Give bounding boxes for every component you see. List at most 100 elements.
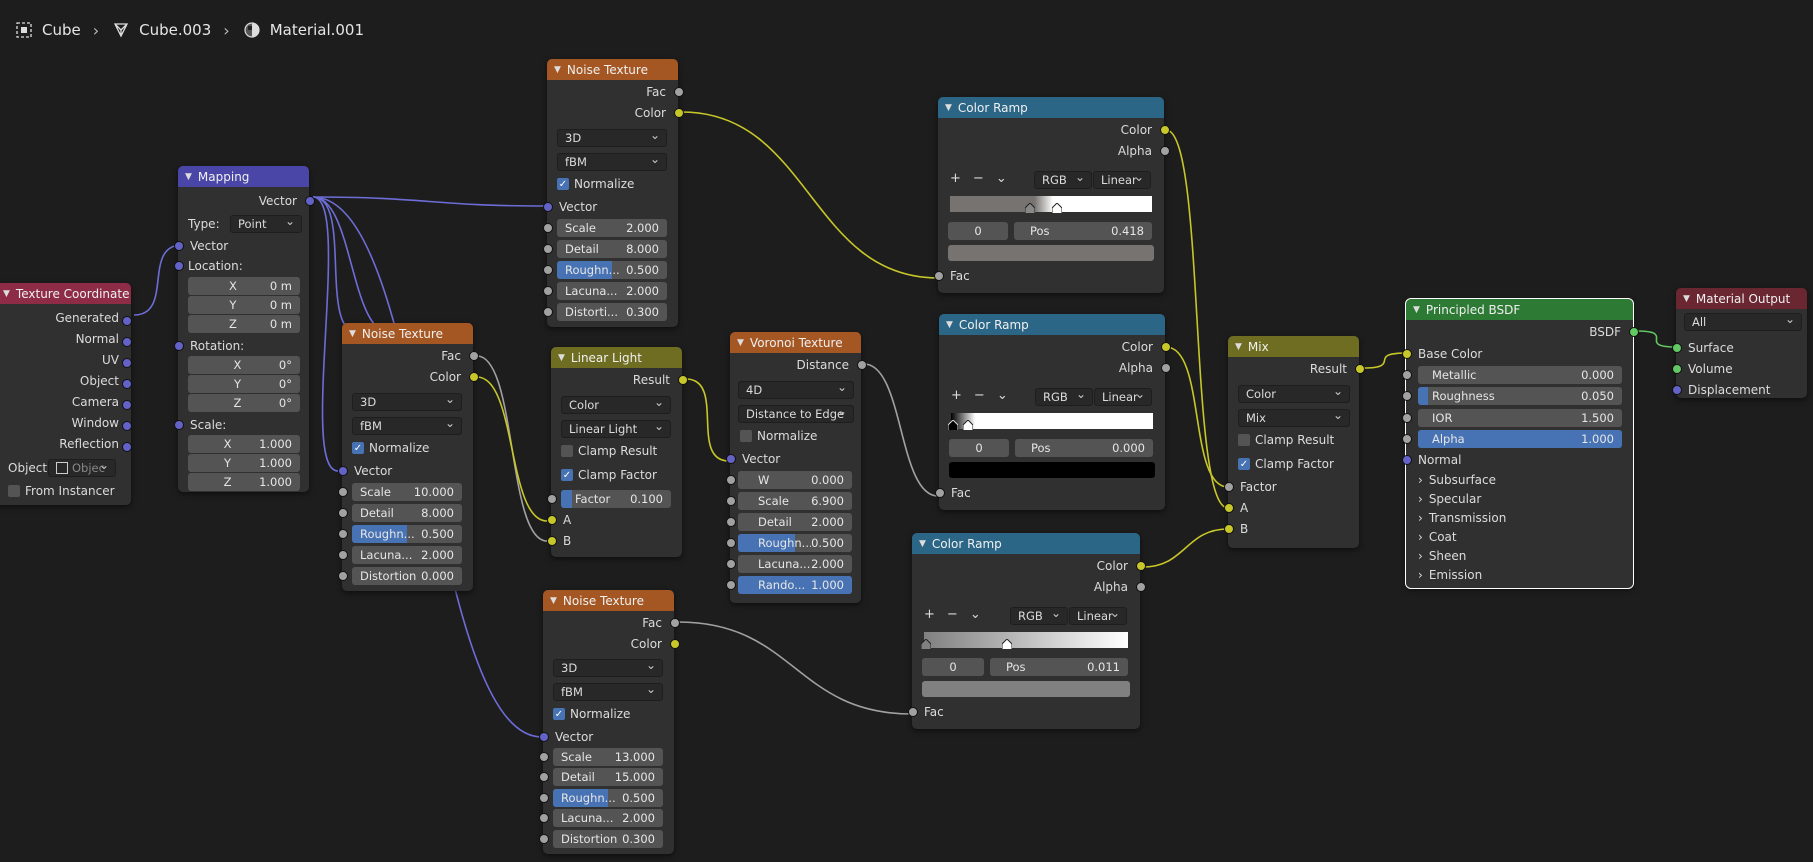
node-header[interactable]: ▼ Mapping — [178, 166, 309, 187]
socket-distance[interactable] — [857, 360, 867, 370]
node-header[interactable]: ▼ Color Ramp — [912, 533, 1140, 554]
node-header[interactable]: ▼ Principled BSDF — [1406, 299, 1633, 320]
detail-field[interactable]: Detail 15.000 — [553, 768, 663, 786]
node-header[interactable]: ▼ Noise Texture — [342, 323, 473, 344]
panel-subsurface[interactable]: › Subsurface — [1418, 473, 1496, 487]
socket-color[interactable] — [1136, 561, 1146, 571]
chevron-down-icon[interactable]: ▼ — [1235, 342, 1242, 352]
interpolation-dropdown[interactable]: Linear — [1069, 606, 1127, 625]
socket-scale[interactable] — [539, 752, 549, 762]
normalize-checkbox[interactable]: ✓ Normalize — [553, 707, 630, 721]
roughness-field[interactable]: Roughn... 0.500 — [557, 261, 667, 279]
chevron-down-icon[interactable]: ▼ — [349, 329, 356, 339]
socket-base-color[interactable] — [1402, 349, 1412, 359]
color-mode-dropdown[interactable]: RGB — [1010, 606, 1068, 625]
chevron-down-icon[interactable]: ▼ — [1683, 294, 1690, 304]
clamp-factor-checkbox[interactable]: ✓ Clamp Factor — [561, 468, 657, 482]
socket-bsdf[interactable] — [1629, 327, 1639, 337]
socket-factor[interactable] — [1224, 482, 1234, 492]
socket-ior[interactable] — [1402, 413, 1412, 423]
feature-dropdown[interactable]: Distance to Edge — [738, 404, 854, 423]
ior-field[interactable]: IOR 1.500 — [1418, 409, 1622, 427]
stop-index-field[interactable]: 0 — [922, 658, 984, 676]
detail-field[interactable]: Detail 8.000 — [352, 504, 462, 522]
socket-fac[interactable] — [670, 618, 680, 628]
socket-w[interactable] — [726, 475, 736, 485]
socket-color[interactable] — [1161, 342, 1171, 352]
scale-field[interactable]: Scale 13.000 — [553, 748, 663, 766]
socket-vector-in[interactable] — [174, 241, 184, 251]
roughness-field[interactable]: Roughness 0.050 — [1418, 387, 1622, 405]
socket-distortion[interactable] — [543, 307, 553, 317]
stop-index-field[interactable]: 0 — [949, 439, 1009, 457]
dimensions-dropdown[interactable]: 4D — [738, 380, 854, 399]
socket-vector-out[interactable] — [305, 196, 315, 206]
location-z-field[interactable]: Z 0 m — [188, 315, 300, 333]
add-stop-button[interactable]: + — [951, 388, 962, 403]
chevron-down-icon[interactable]: ▼ — [919, 539, 926, 549]
roughness-field[interactable]: Roughn... 0.500 — [352, 525, 462, 543]
clamp-factor-checkbox[interactable]: ✓ Clamp Factor — [1238, 457, 1334, 471]
randomness-field[interactable]: Rando... 1.000 — [738, 576, 852, 594]
socket-detail[interactable] — [338, 508, 348, 518]
socket-fac[interactable] — [935, 488, 945, 498]
socket-fac[interactable] — [469, 351, 479, 361]
socket-detail[interactable] — [726, 517, 736, 527]
interpolation-dropdown[interactable]: Linear — [1093, 170, 1151, 189]
socket-roughness[interactable] — [1402, 391, 1412, 401]
scale-field[interactable]: Scale 6.900 — [738, 492, 852, 510]
socket-a[interactable] — [1224, 503, 1234, 513]
socket-a[interactable] — [547, 515, 557, 525]
scale-z-field[interactable]: Z 1.000 — [188, 473, 300, 491]
scale-field[interactable]: Scale 10.000 — [352, 483, 462, 501]
add-stop-button[interactable]: + — [950, 171, 961, 186]
breadcrumb-mesh[interactable]: Cube.003 — [139, 21, 211, 39]
socket-rotation[interactable] — [174, 341, 184, 351]
socket-color[interactable] — [674, 108, 684, 118]
stop-position-field[interactable]: Pos 0.000 — [1015, 439, 1153, 457]
rotation-z-field[interactable]: Z 0° — [188, 394, 300, 412]
interpolation-dropdown[interactable]: Linear — [1094, 387, 1152, 406]
scale-x-field[interactable]: X 1.000 — [188, 435, 300, 453]
from-instancer-checkbox[interactable]: From Instancer — [8, 484, 115, 498]
normalize-checkbox[interactable]: ✓ Normalize — [557, 177, 634, 191]
stop-color-swatch[interactable] — [949, 462, 1155, 478]
location-y-field[interactable]: Y 0 m — [188, 296, 300, 314]
socket-b[interactable] — [547, 536, 557, 546]
node-header[interactable]: ▼ Linear Light — [551, 347, 682, 368]
ramp-stop-marker[interactable] — [1002, 639, 1012, 649]
socket-color[interactable] — [1160, 125, 1170, 135]
socket-scale[interactable] — [174, 420, 184, 430]
panel-emission[interactable]: › Emission — [1418, 568, 1482, 582]
socket-alpha[interactable] — [1161, 363, 1171, 373]
node-texture-coordinate[interactable]: ▼ Texture Coordinate Generated Normal UV … — [0, 283, 132, 505]
stop-index-field[interactable]: 0 — [948, 222, 1008, 240]
dimensions-dropdown[interactable]: 3D — [352, 392, 462, 411]
chevron-down-icon[interactable]: ▼ — [1413, 305, 1420, 315]
remove-stop-button[interactable]: − — [973, 171, 984, 186]
type-dropdown[interactable]: fBM — [557, 152, 667, 171]
factor-field[interactable]: Factor 0.100 — [561, 490, 671, 508]
location-x-field[interactable]: X 0 m — [188, 277, 300, 295]
node-noise-texture-2[interactable]: ▼ Noise Texture Fac Color 3D fBM ✓ Normali… — [338, 323, 479, 591]
metallic-field[interactable]: Metallic 0.000 — [1418, 366, 1622, 384]
socket-vector[interactable] — [726, 454, 736, 464]
panel-coat[interactable]: › Coat — [1418, 530, 1457, 544]
type-dropdown[interactable]: fBM — [352, 416, 462, 435]
ramp-stop-marker[interactable] — [1025, 203, 1035, 213]
node-mapping[interactable]: ▼ Mapping Vector Type: Point Vector Locat… — [174, 166, 315, 492]
dimensions-dropdown[interactable]: 3D — [557, 128, 667, 147]
color-mode-dropdown[interactable]: RGB — [1034, 170, 1092, 189]
node-header[interactable]: ▼ Noise Texture — [543, 590, 674, 611]
color-mode-dropdown[interactable]: RGB — [1035, 387, 1093, 406]
node-color-ramp-2[interactable]: ▼ Color Ramp Color Alpha + − ⌄ RGB Linear… — [935, 314, 1171, 510]
node-header[interactable]: ▼ Color Ramp — [938, 97, 1164, 118]
socket-alpha[interactable] — [1402, 434, 1412, 444]
node-color-ramp-3[interactable]: ▼ Color Ramp Color Alpha + − ⌄ RGB Linear… — [908, 533, 1146, 729]
socket-lacunarity[interactable] — [726, 559, 736, 569]
ramp-gradient[interactable] — [950, 196, 1152, 212]
w-field[interactable]: W 0.000 — [738, 471, 852, 489]
socket-fac[interactable] — [934, 271, 944, 281]
node-header[interactable]: ▼ Mix — [1228, 336, 1359, 357]
type-dropdown[interactable]: Point — [230, 214, 302, 233]
